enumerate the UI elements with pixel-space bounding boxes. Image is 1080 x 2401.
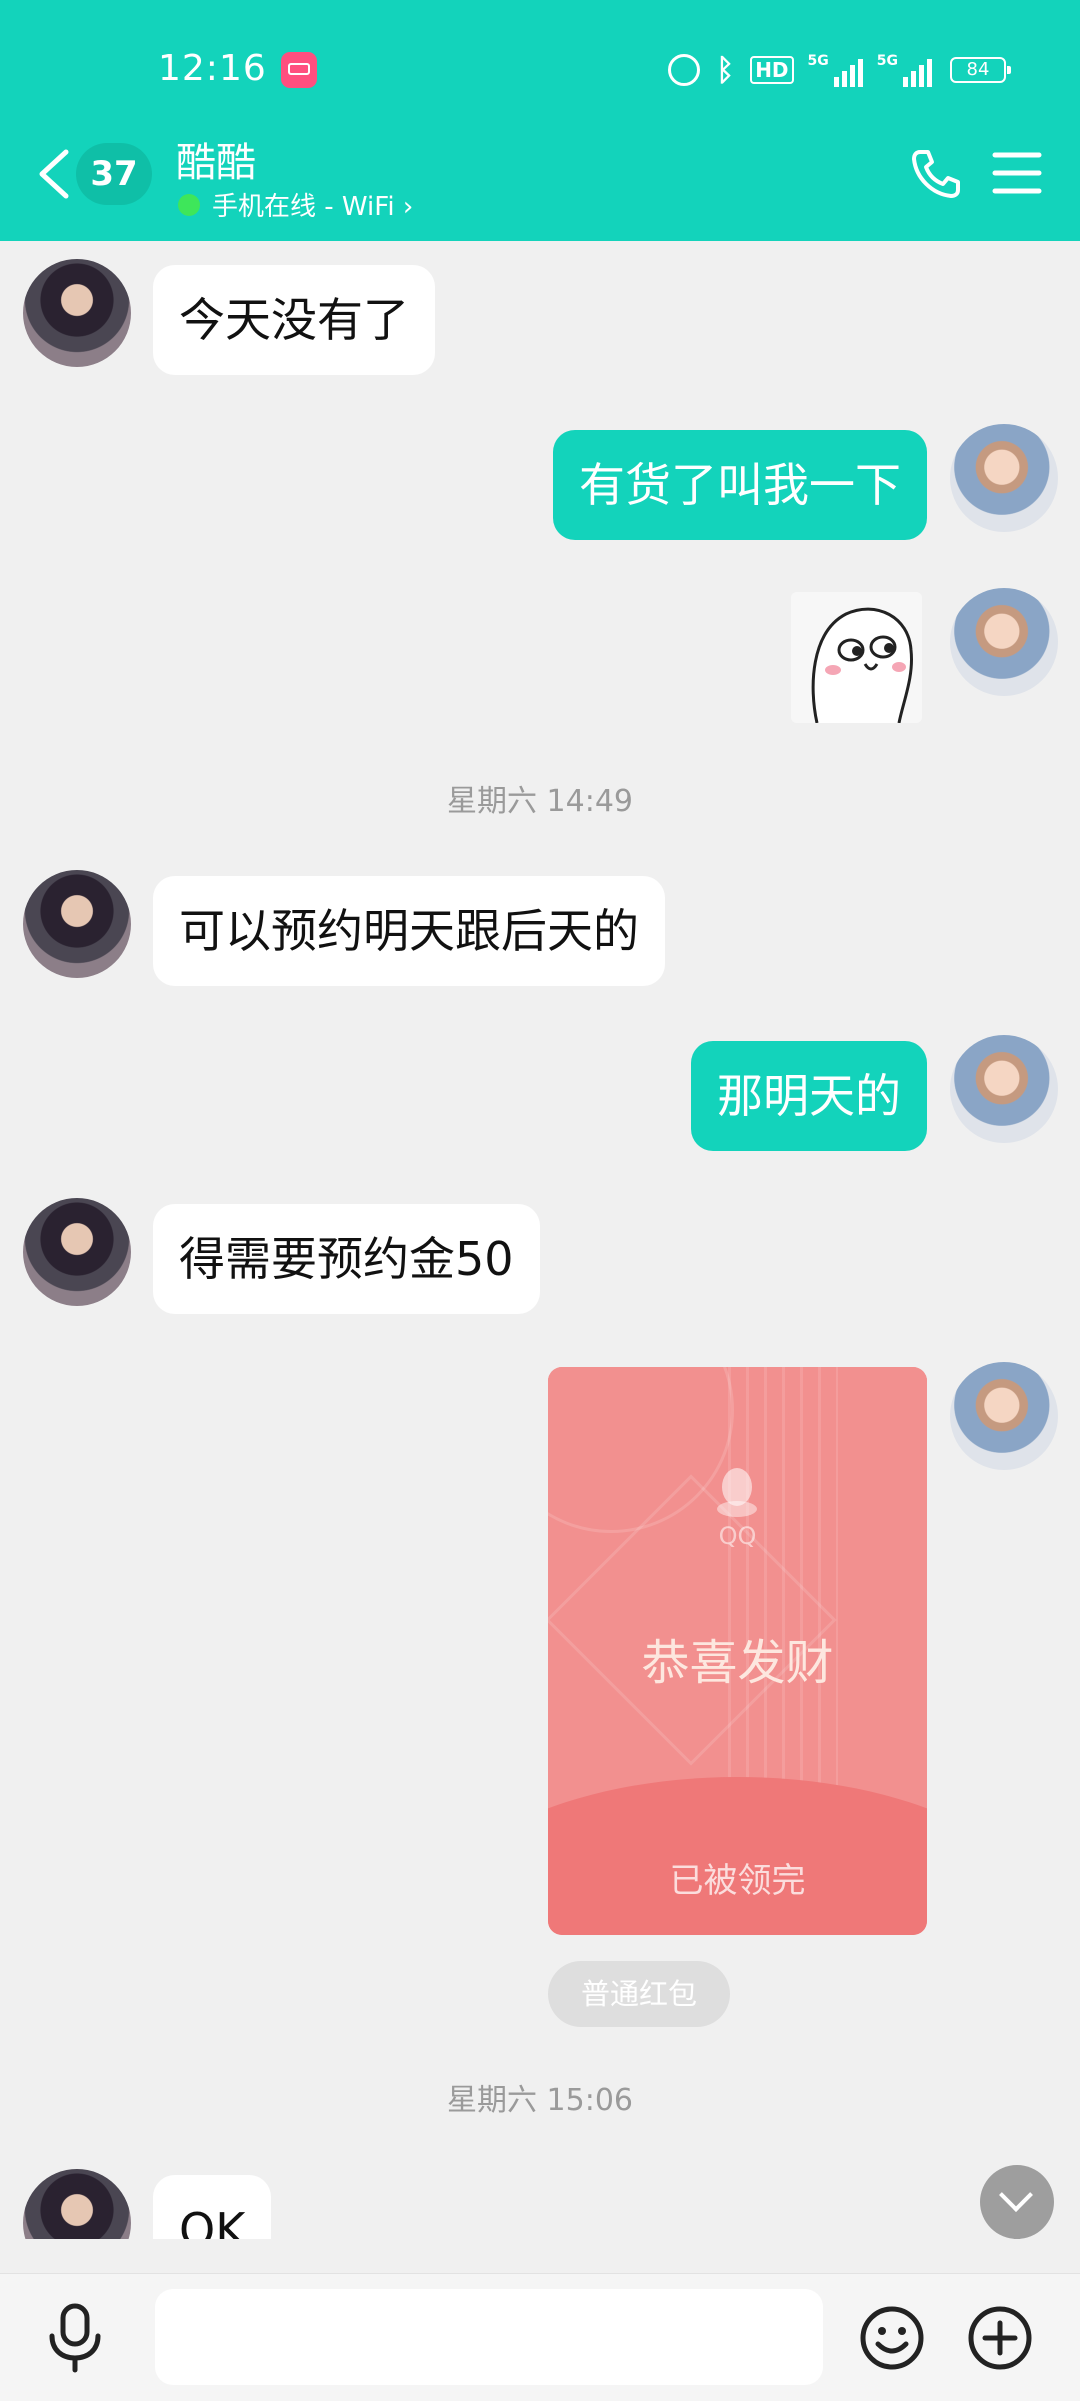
my-avatar[interactable] [950, 588, 1058, 696]
red-packet-greeting: 恭喜发财 [641, 1635, 834, 1691]
message-timestamp: 星期六 15:06 [447, 2083, 633, 2118]
back-arrow-icon[interactable] [36, 148, 72, 200]
message-bubble-incoming[interactable]: 可以预约明天跟后天的 [153, 876, 665, 986]
red-packet-status: 已被领完 [669, 1861, 806, 1901]
contact-avatar[interactable] [23, 1198, 131, 1306]
message-bubble-outgoing[interactable]: 那明天的 [691, 1041, 927, 1151]
red-packet-card[interactable]: QQ 恭喜发财 已被领完 [548, 1367, 927, 1935]
my-avatar[interactable] [950, 1362, 1058, 1470]
input-bar [0, 2273, 1080, 2401]
app-notification-icon [281, 52, 317, 88]
online-status-text: 手机在线 - WiFi › [212, 192, 414, 222]
network-type-label: 5G [876, 53, 898, 69]
message-bubble-incoming[interactable]: OK [153, 2175, 272, 2239]
menu-icon[interactable] [992, 150, 1042, 196]
my-avatar[interactable] [950, 424, 1058, 532]
bluetooth-icon: ᛒ [716, 52, 735, 88]
message-timestamp: 星期六 14:49 [447, 784, 633, 819]
status-icons: ᛒ HD 5G 5G 84 [668, 50, 1011, 90]
contact-name[interactable]: 酷酷 [176, 130, 256, 188]
scroll-to-bottom-button[interactable] [980, 2165, 1054, 2239]
my-avatar[interactable] [950, 1035, 1058, 1143]
phone-call-icon[interactable] [908, 146, 964, 202]
alarm-icon [668, 54, 701, 86]
red-packet-cover [548, 1367, 927, 1809]
title-bar: 12:16 ᛒ HD 5G 5G 84 37 酷酷 手机在线 - WiFi › [0, 0, 1080, 241]
message-bubble-outgoing[interactable]: 有货了叫我一下 [553, 430, 927, 540]
contact-avatar[interactable] [23, 2169, 131, 2239]
microphone-icon[interactable] [44, 2302, 106, 2374]
message-input[interactable] [155, 2289, 823, 2385]
online-dot-icon [178, 193, 200, 216]
signal-icon-1: 5G [808, 53, 863, 87]
plus-icon[interactable] [966, 2304, 1034, 2372]
online-status[interactable]: 手机在线 - WiFi › [178, 186, 413, 223]
red-packet-type-tag: 普通红包 [548, 1961, 730, 2027]
sticker-image[interactable] [791, 592, 922, 723]
hd-voice-icon: HD [750, 56, 794, 84]
qq-penguin-icon [717, 1468, 757, 1517]
contact-avatar[interactable] [23, 870, 131, 978]
status-time: 12:16 [158, 48, 267, 89]
message-bubble-incoming[interactable]: 今天没有了 [153, 265, 435, 375]
battery-icon: 84 [950, 57, 1011, 83]
chat-message-list[interactable]: 今天没有了 有货了叫我一下 星期六 14:49 可以预约明天跟后天的 那明天的 … [0, 241, 1080, 2239]
contact-avatar[interactable] [23, 259, 131, 367]
red-packet-brand: QQ [718, 1522, 757, 1550]
signal-icon-2: 5G [877, 53, 932, 87]
unread-count-badge[interactable]: 37 [76, 143, 152, 205]
message-bubble-incoming[interactable]: 得需要预约金50 [153, 1204, 540, 1314]
emoji-icon[interactable] [858, 2304, 926, 2372]
network-type-label: 5G [807, 53, 829, 69]
